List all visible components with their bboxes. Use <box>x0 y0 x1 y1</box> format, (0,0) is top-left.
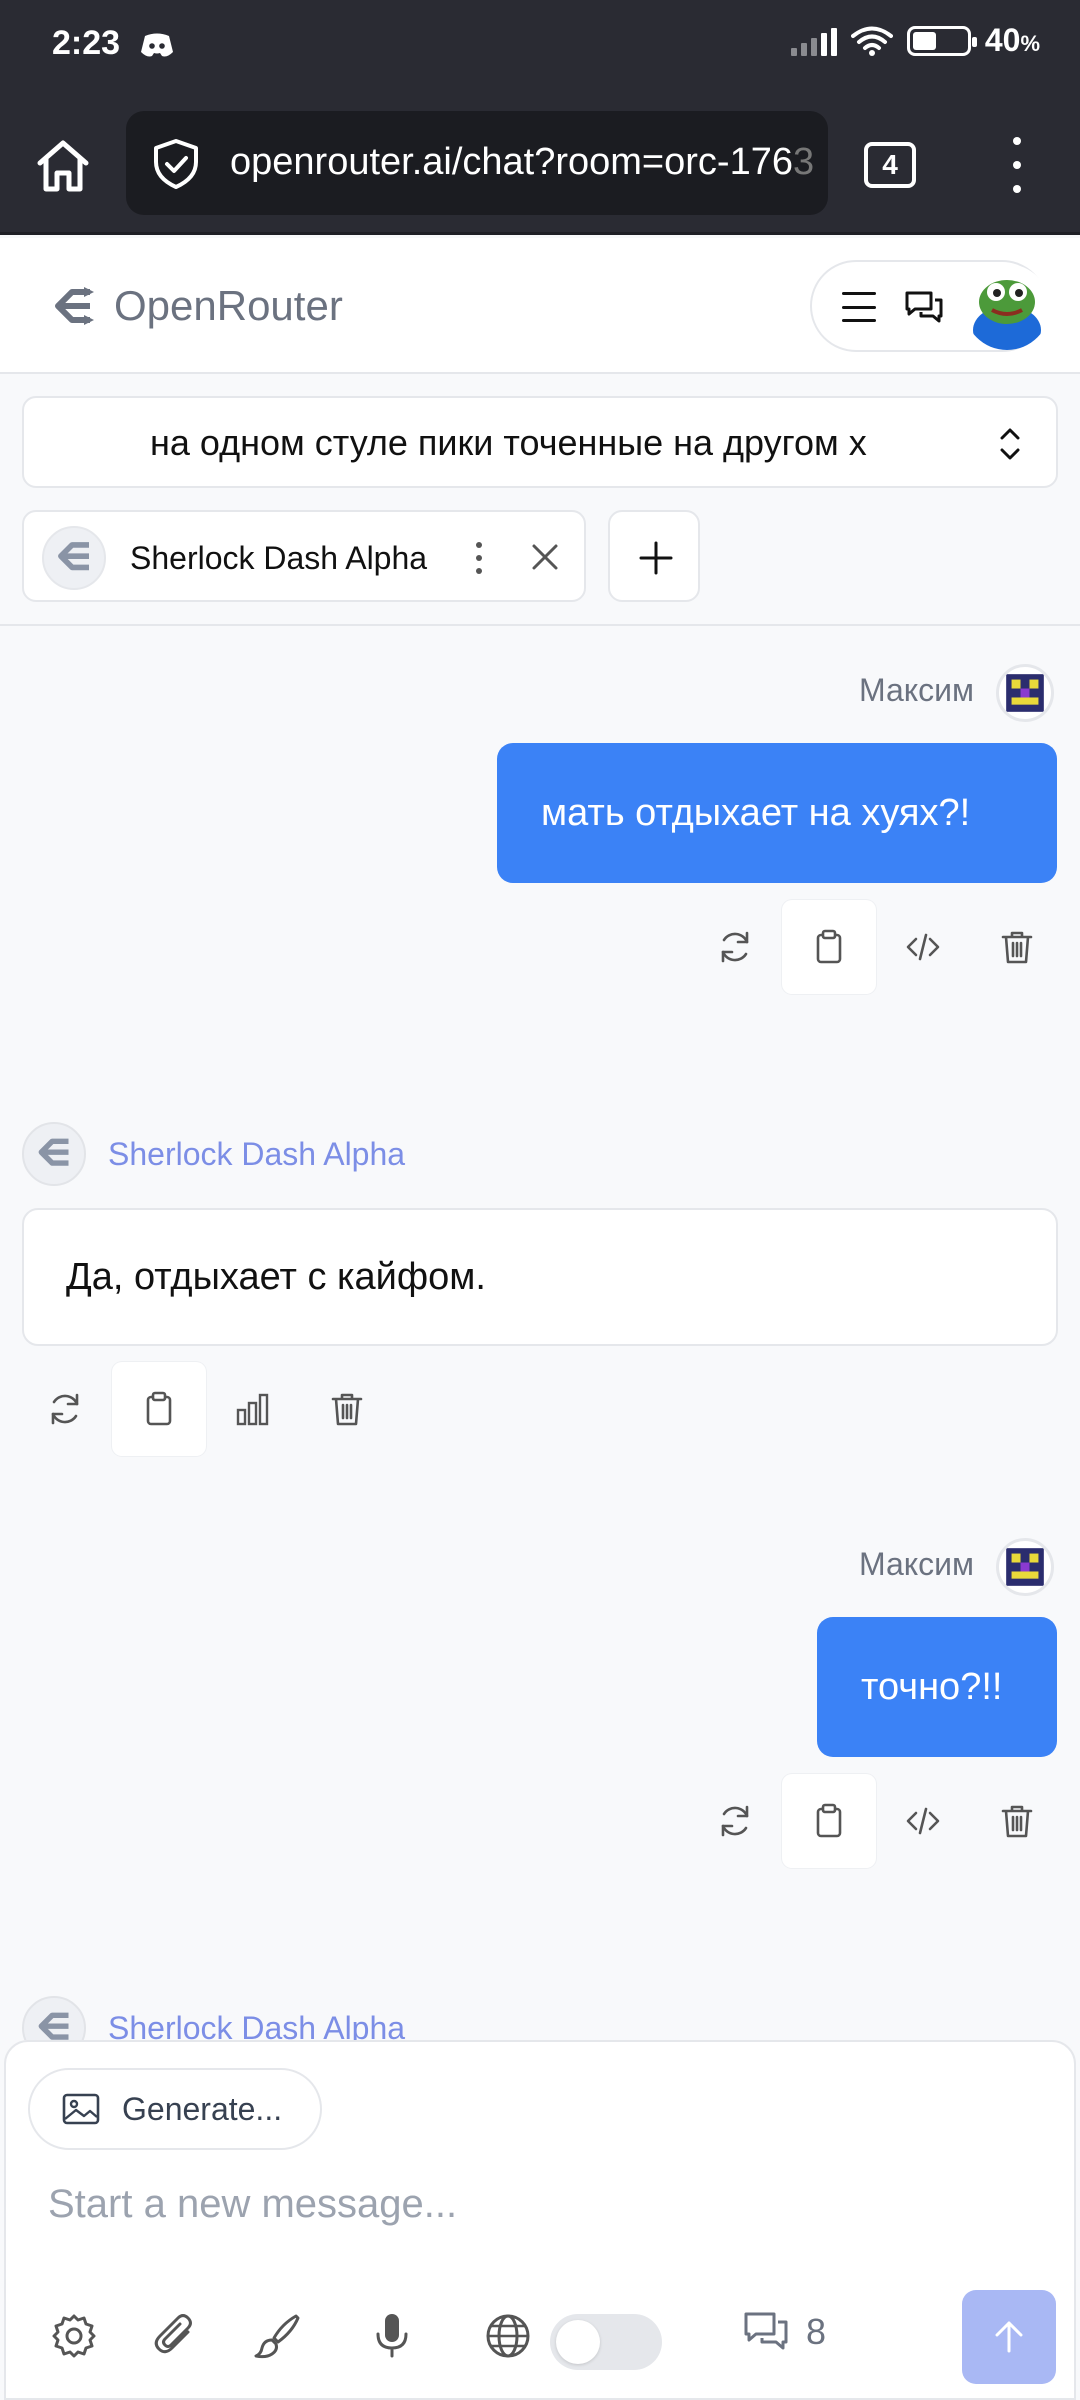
code-icon <box>906 933 940 961</box>
message-text: мать отдыхает на хуях?! <box>541 791 971 834</box>
assistant-message-bubble: Да, отдыхает с кайфом. <box>22 1208 1058 1346</box>
chevron-up-down-icon <box>1000 428 1020 460</box>
room-selector[interactable]: на одном стуле пики точенные на другом х <box>22 396 1058 488</box>
model-name: Sherlock Dash Alpha <box>130 540 428 576</box>
regenerate-button[interactable] <box>688 1774 782 1868</box>
address-bar[interactable]: openrouter.ai/chat?room=orc-1763 <box>126 111 828 215</box>
composer-toolbar: 8 <box>6 2288 1078 2388</box>
user-message-avatar <box>996 1538 1054 1596</box>
trash-icon <box>1001 1805 1033 1838</box>
paintbrush-icon[interactable] <box>252 2310 304 2362</box>
refresh-icon <box>721 1805 749 1837</box>
user-message-bubble: точно?!! <box>817 1617 1057 1757</box>
view-source-button[interactable] <box>876 1774 970 1868</box>
delete-button[interactable] <box>970 900 1064 994</box>
user-message-bubble: мать отдыхает на хуях?! <box>497 743 1057 883</box>
close-icon[interactable] <box>530 542 560 572</box>
assistant-message-header: Sherlock Dash Alpha <box>22 1122 405 1186</box>
chat-messages: Максим мать отдыхает на хуях?! Sherlock … <box>0 626 1080 2040</box>
trash-icon <box>331 1393 363 1426</box>
image-icon <box>62 2093 100 2125</box>
user-avatar[interactable] <box>964 264 1050 350</box>
regenerate-button[interactable] <box>18 1362 112 1456</box>
assistant-message-header: Sherlock Dash Alpha <box>22 1996 405 2040</box>
copy-button[interactable] <box>782 900 876 994</box>
message-text: точно?!! <box>861 1665 1003 1708</box>
web-search-toggle[interactable] <box>550 2314 662 2370</box>
message-text: Да, отдыхает с кайфом. <box>66 1255 486 1298</box>
refresh-icon <box>51 1393 79 1425</box>
chat-bubbles-icon <box>744 2312 788 2350</box>
trash-icon <box>1001 931 1033 964</box>
delete-button[interactable] <box>300 1362 394 1456</box>
model-logo <box>22 1122 86 1186</box>
message-input[interactable]: Start a new message... <box>48 2182 457 2227</box>
battery-icon <box>906 25 977 56</box>
header-actions <box>810 260 1050 352</box>
model-tab[interactable]: Sherlock Dash Alpha <box>22 510 586 602</box>
microphone-icon[interactable] <box>366 2310 418 2362</box>
paperclip-icon[interactable] <box>150 2310 202 2362</box>
user-message-avatar <box>996 664 1054 722</box>
add-model-button[interactable] <box>608 510 700 602</box>
plus-icon <box>639 541 673 575</box>
copy-button[interactable] <box>782 1774 876 1868</box>
globe-icon[interactable] <box>482 2310 534 2362</box>
message-author[interactable]: Sherlock Dash Alpha <box>108 2010 405 2041</box>
copy-button[interactable] <box>112 1362 206 1456</box>
settings-gear-icon[interactable] <box>48 2310 100 2362</box>
message-author: Максим <box>858 672 974 708</box>
signal-icon <box>790 26 837 56</box>
arrow-up-icon <box>995 2321 1023 2353</box>
delete-button[interactable] <box>970 1774 1064 1868</box>
room-title: на одном стуле пики точенные на другом х <box>150 422 867 463</box>
bar-chart-icon <box>236 1393 269 1426</box>
wifi-icon <box>850 26 893 56</box>
stats-button[interactable] <box>206 1362 300 1456</box>
status-time: 2:23 <box>52 24 121 62</box>
view-source-button[interactable] <box>876 900 970 994</box>
discord-icon <box>141 33 173 57</box>
openrouter-logo[interactable]: OpenRouter <box>50 282 343 330</box>
hamburger-menu-icon[interactable] <box>842 292 876 322</box>
message-author[interactable]: Sherlock Dash Alpha <box>108 1136 405 1173</box>
tab-switcher-button[interactable]: 4 <box>864 142 916 188</box>
openrouter-logo-icon <box>55 287 94 325</box>
browser-menu-icon[interactable] <box>1004 137 1030 193</box>
refresh-icon <box>721 931 749 963</box>
send-button[interactable] <box>962 2290 1056 2384</box>
message-actions <box>18 1362 394 1456</box>
clipboard-icon <box>816 1803 842 1838</box>
message-actions <box>688 900 1064 994</box>
url-text[interactable]: openrouter.ai/chat?room=orc-1763 <box>230 141 814 184</box>
model-options-icon[interactable] <box>476 542 484 574</box>
model-logo <box>42 526 106 590</box>
chat-rooms-icon[interactable] <box>904 290 944 326</box>
regenerate-button[interactable] <box>688 900 782 994</box>
clipboard-icon <box>816 929 842 964</box>
code-icon <box>906 1807 940 1835</box>
generate-label: Generate... <box>122 2090 283 2127</box>
app-header: OpenRouter <box>0 238 1080 374</box>
battery-percent: 40% <box>984 22 1040 58</box>
clipboard-icon <box>146 1391 172 1426</box>
message-author: Максим <box>858 1546 974 1582</box>
chat-count-value: 8 <box>806 2311 827 2352</box>
home-icon[interactable] <box>32 135 94 197</box>
message-composer: Generate... Start a new message... 8 <box>4 2040 1076 2400</box>
browser-toolbar: openrouter.ai/chat?room=orc-1763 4 <box>0 95 1080 235</box>
brand-name: OpenRouter <box>114 282 343 329</box>
shield-check-icon[interactable] <box>150 138 202 190</box>
generate-image-button[interactable]: Generate... <box>28 2068 322 2150</box>
model-logo <box>22 1996 86 2040</box>
message-actions <box>688 1774 1064 1868</box>
status-bar: 2:23 40% <box>0 0 1080 95</box>
chat-count[interactable]: 8 <box>742 2310 826 2354</box>
